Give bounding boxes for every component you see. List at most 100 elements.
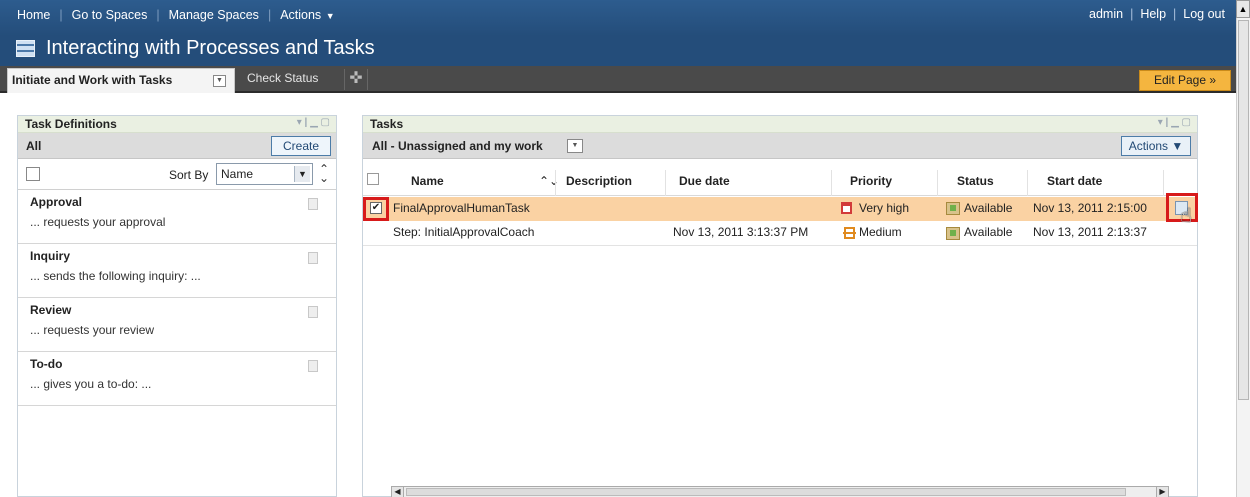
scrollbar-thumb[interactable] (406, 488, 1126, 496)
nav-home-link[interactable]: Home (8, 8, 59, 22)
task-definition-desc: ... sends the following inquiry: ... (30, 269, 201, 283)
nav-actions-menu[interactable]: Actions ▼ (271, 8, 343, 22)
column-header-start-date[interactable]: Start date (1047, 174, 1102, 188)
highlight-box (363, 197, 389, 221)
column-divider (1027, 170, 1028, 196)
select-all-tasks-checkbox[interactable] (367, 173, 379, 185)
tab-initiate-label: Initiate and Work with Tasks (12, 73, 173, 87)
main-nav-links: Home | Go to Spaces | Manage Spaces | Ac… (8, 8, 344, 22)
scroll-left-arrow[interactable]: ◀ (392, 487, 404, 497)
space-icon (16, 40, 35, 57)
sort-by-value: Name (221, 167, 254, 181)
chevron-down-icon: ▼ (1171, 139, 1184, 153)
column-header-name[interactable]: Name (411, 174, 444, 188)
column-header-due-date[interactable]: Due date (679, 174, 730, 188)
actions-label: Actions (1128, 139, 1169, 153)
tasks-table-header: Name ⌃⌄ Description Due date Priority St… (363, 170, 1197, 196)
page-tab-bar: Initiate and Work with Tasks ▼ Check Sta… (0, 66, 1236, 93)
task-definition-icon (308, 306, 318, 318)
task-name[interactable]: FinalApprovalHumanTask (393, 201, 530, 215)
nav-manage-spaces-link[interactable]: Manage Spaces (160, 8, 268, 22)
sort-by-select[interactable]: Name ▼ (216, 163, 313, 185)
user-name-link[interactable]: admin (1082, 7, 1130, 21)
task-definition-desc: ... gives you a to-do: ... (30, 377, 152, 391)
panel-header: Tasks ▾ | ▁ ▢ (363, 116, 1197, 133)
task-definition-item[interactable]: Inquiry ... sends the following inquiry:… (18, 244, 336, 298)
task-start-date: Nov 13, 2011 2:13:37 (1033, 225, 1147, 239)
task-status: Available (964, 225, 1013, 239)
column-header-status[interactable]: Status (957, 174, 994, 188)
user-links: admin | Help | Log out (1082, 7, 1232, 21)
task-priority: Medium (859, 225, 902, 239)
space-title-bar: Interacting with Processes and Tasks (0, 36, 1236, 66)
select-all-checkbox[interactable] (26, 167, 40, 181)
tasks-toolbar: All - Unassigned and my work ▼ Actions ▼ (363, 133, 1197, 159)
panel-title: Tasks (370, 117, 404, 131)
task-filter-label: All - Unassigned and my work (372, 139, 543, 153)
task-definition-name: Approval (30, 195, 83, 209)
priority-very-high-icon (841, 202, 852, 214)
available-status-icon (946, 202, 960, 215)
create-button[interactable]: Create (271, 136, 331, 156)
task-definition-icon (308, 252, 318, 264)
tab-dropdown-icon[interactable]: ▼ (213, 75, 226, 87)
task-definitions-panel: Task Definitions ▾ | ▁ ▢ All Create Sort… (17, 115, 337, 497)
available-status-icon (946, 227, 960, 240)
chevron-down-icon: ▼ (323, 11, 335, 21)
sort-direction-icon[interactable]: ⌃ ⌄ (319, 163, 329, 184)
column-divider (937, 170, 938, 196)
scroll-right-arrow[interactable]: ▶ (1156, 487, 1168, 497)
table-row[interactable]: Step: InitialApprovalCoach Nov 13, 2011 … (363, 221, 1197, 246)
tab-initiate-and-work[interactable]: Initiate and Work with Tasks ▼ (7, 68, 235, 93)
task-name[interactable]: Step: InitialApprovalCoach (393, 225, 534, 239)
tab-check-status[interactable]: Check Status (247, 71, 318, 85)
task-definition-name: Inquiry (30, 249, 71, 263)
column-header-priority[interactable]: Priority (850, 174, 892, 188)
panel-controls-icon[interactable]: ▾ | ▁ ▢ (297, 117, 330, 128)
table-row[interactable]: ✔ FinalApprovalHumanTask Very high Avail… (363, 193, 1198, 227)
task-definition-name: To-do (30, 357, 63, 371)
column-divider (1163, 170, 1164, 196)
sort-by-label: Sort By (169, 168, 209, 182)
sort-icon[interactable]: ⌃⌄ (539, 174, 559, 188)
page-title: Interacting with Processes and Tasks (46, 37, 375, 59)
nav-go-to-spaces-link[interactable]: Go to Spaces (63, 8, 157, 22)
task-definition-item[interactable]: Approval ... requests your approval (18, 190, 336, 244)
panel-title: Task Definitions (25, 117, 117, 131)
horizontal-scrollbar[interactable]: ◀ ▶ (391, 486, 1169, 497)
task-definition-item[interactable]: To-do ... gives you a to-do: ... (18, 352, 336, 406)
filter-label: All (26, 139, 42, 153)
task-priority: Very high (859, 201, 910, 215)
task-due-date: Nov 13, 2011 3:13:37 PM (673, 225, 809, 239)
task-definition-name: Review (30, 303, 72, 317)
column-divider (555, 170, 556, 196)
column-divider (831, 170, 832, 196)
filter-dropdown-icon[interactable]: ▼ (567, 139, 583, 153)
column-divider (665, 170, 666, 196)
nav-actions-label: Actions (280, 8, 322, 22)
scrollbar-thumb[interactable] (1238, 20, 1249, 400)
task-definitions-toolbar: All Create (18, 133, 336, 159)
panel-header: Task Definitions ▾ | ▁ ▢ (18, 116, 336, 133)
task-definition-desc: ... requests your approval (30, 215, 166, 229)
task-definition-icon (308, 360, 318, 372)
task-definition-item[interactable]: Review ... requests your review (18, 298, 336, 352)
add-tab-icon[interactable]: ✜ (344, 69, 368, 90)
page-vertical-scrollbar[interactable] (1236, 18, 1250, 497)
task-start-date: Nov 13, 2011 2:15:00 (1033, 201, 1147, 215)
edit-page-button[interactable]: Edit Page » (1139, 70, 1231, 91)
column-header-description[interactable]: Description (566, 174, 632, 188)
actions-button[interactable]: Actions ▼ (1121, 136, 1191, 156)
scrollbar-up-arrow[interactable]: ▲ (1236, 0, 1250, 18)
top-navigation-bar: Home | Go to Spaces | Manage Spaces | Ac… (0, 0, 1250, 36)
sort-row: Sort By Name ▼ ⌃ ⌄ (18, 159, 336, 190)
task-definition-icon (308, 198, 318, 210)
logout-link[interactable]: Log out (1176, 7, 1232, 21)
task-definition-desc: ... requests your review (30, 323, 155, 337)
priority-medium-icon (843, 227, 856, 239)
chevron-down-icon: ▼ (294, 166, 310, 182)
task-status: Available (964, 201, 1013, 215)
help-link[interactable]: Help (1133, 7, 1173, 21)
tasks-panel: Tasks ▾ | ▁ ▢ All - Unassigned and my wo… (362, 115, 1198, 497)
panel-controls-icon[interactable]: ▾ | ▁ ▢ (1158, 117, 1191, 128)
